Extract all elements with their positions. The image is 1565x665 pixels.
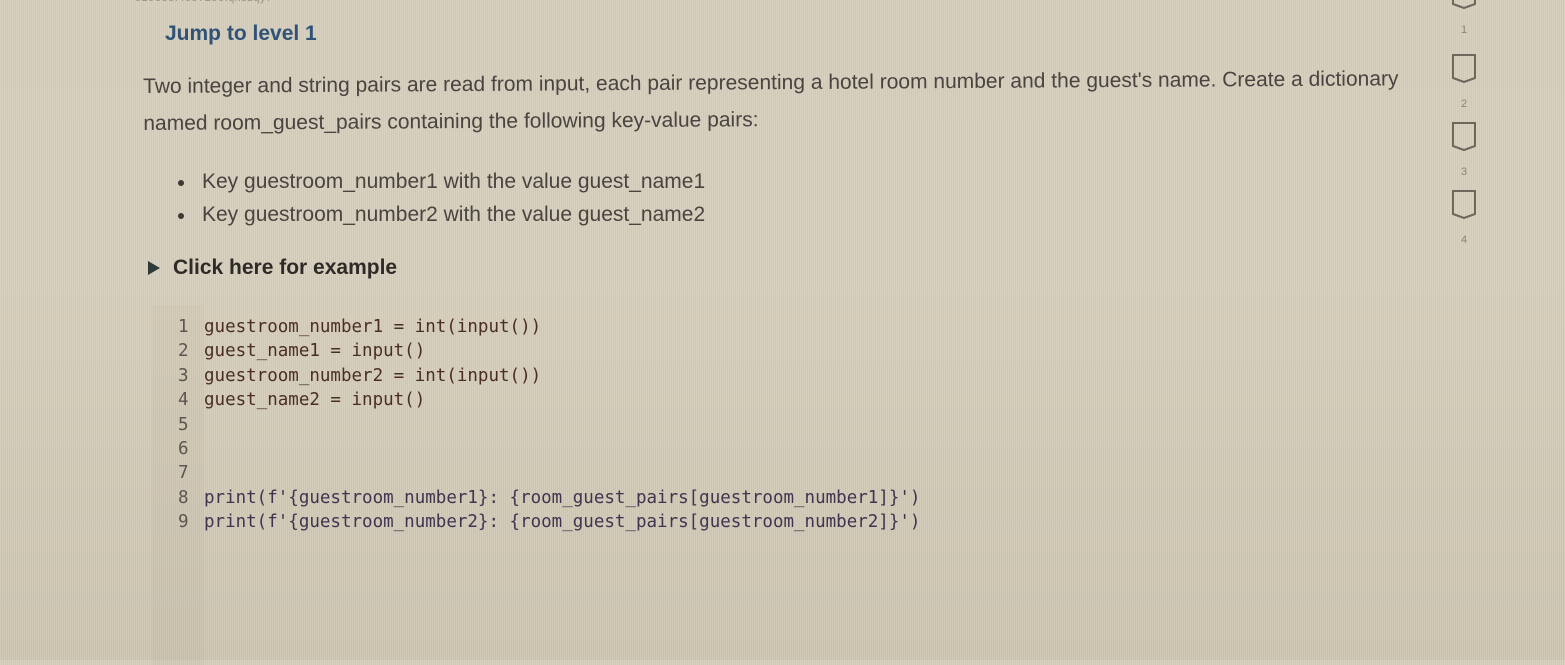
level-step-3[interactable]: 3	[1440, 122, 1490, 192]
line-code[interactable]: guest_name2 = input()	[204, 388, 425, 412]
code-line[interactable]: 2 guest_name1 = input()	[178, 339, 920, 363]
level-number: 1	[1460, 24, 1468, 36]
level-step-2[interactable]: 2	[1440, 54, 1490, 124]
level-number: 3	[1460, 166, 1468, 178]
code-line[interactable]: 1 guestroom_number1 = int(input())	[178, 315, 920, 339]
problem-prompt: Two integer and string pairs are read fr…	[143, 67, 1399, 135]
line-number: 3	[178, 365, 189, 386]
code-line[interactable]: 7	[178, 461, 920, 485]
requirement-item: Key guestroom_number1 with the value gue…	[178, 165, 705, 198]
line-number: 6	[178, 439, 189, 460]
line-number: 2	[178, 341, 189, 362]
jump-to-level-title: Jump to level 1	[165, 22, 317, 45]
code-line[interactable]: 3 guestroom_number2 = int(input())	[178, 364, 920, 388]
expand-triangle-icon	[148, 261, 160, 275]
line-number: 4	[178, 390, 189, 411]
code-line[interactable]: 6	[178, 437, 920, 461]
requirement-item: Key guestroom_number2 with the value gue…	[178, 198, 705, 231]
code-editor[interactable]: 1 guestroom_number1 = int(input()) 2 gue…	[152, 305, 1452, 665]
level-step-4[interactable]: 4	[1440, 190, 1490, 260]
code-line[interactable]: 9 print(f'{guestroom_number2}: {room_gue…	[178, 510, 920, 534]
requirements-list: Key guestroom_number1 with the value gue…	[178, 165, 705, 231]
code-line[interactable]: 4 guest_name2 = input()	[178, 388, 920, 412]
level-badge-icon	[1452, 122, 1476, 152]
level-badge-icon	[1452, 0, 1476, 10]
line-code[interactable]: guestroom_number2 = int(input())	[204, 364, 541, 388]
line-code[interactable]: guestroom_number1 = int(input())	[204, 315, 541, 339]
line-number: 8	[178, 487, 189, 508]
level-badge-icon	[1452, 190, 1476, 220]
line-code[interactable]: print(f'{guestroom_number2}: {room_guest…	[204, 510, 920, 534]
line-code[interactable]: guest_name1 = input()	[204, 339, 425, 363]
level-number: 2	[1460, 98, 1468, 110]
example-toggle-label: Click here for example	[173, 256, 398, 279]
code-line[interactable]: 5	[178, 413, 920, 437]
example-toggle[interactable]: Click here for example	[148, 256, 397, 280]
line-number: 7	[178, 463, 189, 484]
level-step-1[interactable]: 1	[1440, 0, 1490, 50]
line-number: 1	[178, 317, 189, 337]
activity-id: 529838.4097250.qx3zqy7	[135, 0, 273, 4]
line-code[interactable]: print(f'{guestroom_number1}: {room_guest…	[204, 486, 920, 510]
level-badge-icon	[1452, 54, 1476, 84]
line-number: 5	[178, 414, 189, 435]
code-line[interactable]: 8 print(f'{guestroom_number1}: {room_gue…	[178, 486, 920, 510]
code-lines[interactable]: 1 guestroom_number1 = int(input()) 2 gue…	[178, 315, 920, 535]
line-number: 9	[178, 512, 189, 533]
level-number: 4	[1460, 234, 1468, 246]
